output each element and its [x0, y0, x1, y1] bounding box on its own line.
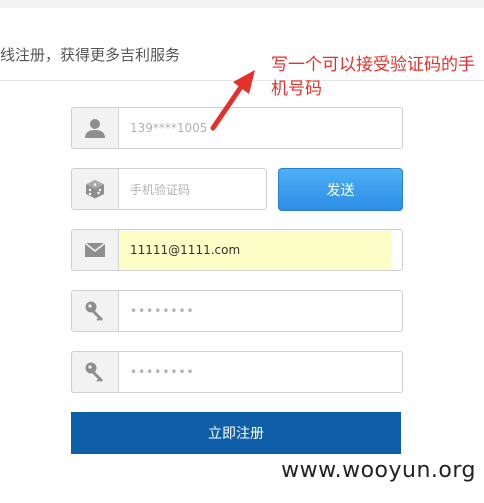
annotation-arrow-icon [210, 70, 255, 131]
send-code-button[interactable]: 发送 [278, 168, 403, 211]
envelope-icon [72, 230, 119, 270]
user-icon [72, 108, 119, 148]
email-input[interactable]: 11111@1111.com [130, 230, 240, 270]
register-button[interactable]: 立即注册 [71, 412, 401, 454]
code-input[interactable]: 手机验证码 [130, 169, 190, 209]
password-field[interactable]: •••••••• [71, 290, 403, 332]
email-field[interactable]: 11111@1111.com [71, 229, 403, 271]
key-icon [72, 352, 119, 392]
key-icon [72, 291, 119, 331]
confirm-password-input[interactable]: •••••••• [130, 352, 195, 392]
top-bar [0, 0, 484, 8]
page-subtitle: 线注册，获得更多吉利服务 [0, 46, 181, 64]
code-field[interactable]: 手机验证码 [71, 168, 267, 210]
watermark: www.wooyun.org [281, 458, 476, 483]
confirm-password-field[interactable]: •••••••• [71, 351, 403, 393]
password-input[interactable]: •••••••• [130, 291, 195, 331]
phone-input[interactable]: 139****1005 [130, 108, 207, 148]
annotation-text: 写一个可以接受验证码的手机号码 [271, 55, 475, 99]
dice-icon [72, 169, 119, 209]
